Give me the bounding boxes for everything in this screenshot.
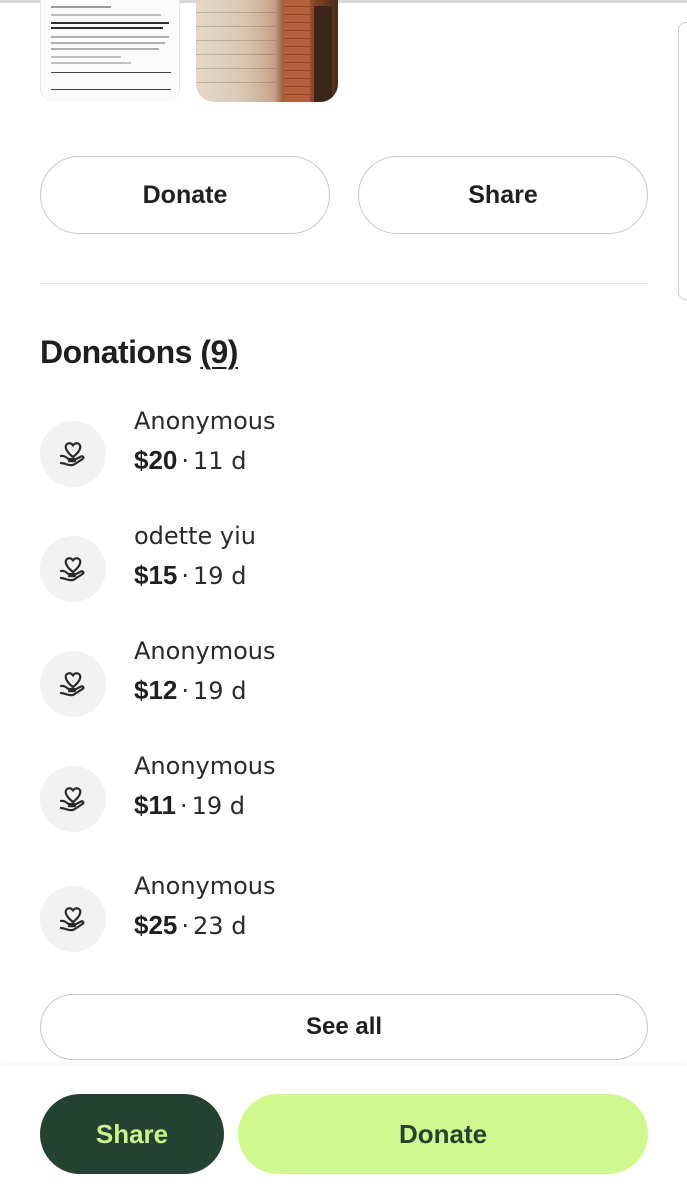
doc-line [51,42,165,44]
donation-age: 11 d [193,447,247,475]
separator-dot: · [181,912,190,940]
brick-pillar [284,0,310,102]
separator-dot: · [181,562,190,590]
donation-meta: $25 · 23 d [134,910,246,941]
donation-list-item: Anonymous $11 · 19 d [40,752,640,836]
doc-line [51,62,131,64]
donation-age: 19 d [191,792,245,820]
hand-heart-icon [40,651,106,717]
hand-heart-icon [40,766,106,832]
donation-meta: $11 · 19 d [134,790,245,821]
hand-heart-icon [40,886,106,952]
donations-heading: Donations (9) [40,334,238,371]
donation-list-item: Anonymous $25 · 23 d [40,872,640,956]
doc-line [51,14,161,16]
brick-line [196,68,276,69]
brick-line [196,54,276,55]
donation-meta: $15 · 19 d [134,560,246,591]
donation-meta: $12 · 19 d [134,675,246,706]
doc-line [51,56,121,58]
donate-button-bottom[interactable]: Donate [238,1094,648,1174]
donation-amount: $15 [134,560,178,590]
donor-name: Anonymous [134,637,276,665]
photo-thumbnail[interactable] [196,0,338,102]
doc-line [51,22,169,24]
separator-dot: · [179,792,188,820]
doc-line [51,6,111,8]
share-button-bottom[interactable]: Share [40,1094,224,1174]
scrollbar[interactable] [678,22,687,300]
separator-dot: · [181,447,190,475]
brick-line [196,12,276,13]
donor-name: Anonymous [134,872,276,900]
brick-line [196,82,276,83]
brick-line [196,26,276,27]
donation-amount: $11 [134,790,176,820]
donation-age: 19 d [193,562,247,590]
donations-count-link[interactable]: (9) [200,334,238,370]
doc-line [51,27,163,29]
divider [40,283,648,284]
hand-heart-icon [40,421,106,487]
donate-button[interactable]: Donate [40,156,330,234]
doc-line [51,48,159,50]
donation-age: 19 d [193,677,247,705]
donation-amount: $12 [134,675,178,705]
donation-meta: $20 · 11 d [134,445,246,476]
donations-title: Donations [40,334,192,370]
separator-dot: · [181,677,190,705]
donor-name: odette yiu [134,522,256,550]
doc-table [51,72,171,90]
donation-list-item: Anonymous $12 · 19 d [40,637,640,721]
document-thumbnail[interactable] [40,0,180,102]
brick-line [196,40,276,41]
share-button[interactable]: Share [358,156,648,234]
donation-list-item: odette yiu $15 · 19 d [40,522,640,606]
donor-name: Anonymous [134,752,276,780]
doc-line [51,36,169,38]
doorway [314,6,332,102]
donation-amount: $20 [134,445,178,475]
donation-list-item: Anonymous $20 · 11 d [40,407,640,491]
donation-amount: $25 [134,910,178,940]
see-all-button[interactable]: See all [40,994,648,1060]
donation-age: 23 d [193,912,247,940]
donor-name: Anonymous [134,407,276,435]
hand-heart-icon [40,536,106,602]
